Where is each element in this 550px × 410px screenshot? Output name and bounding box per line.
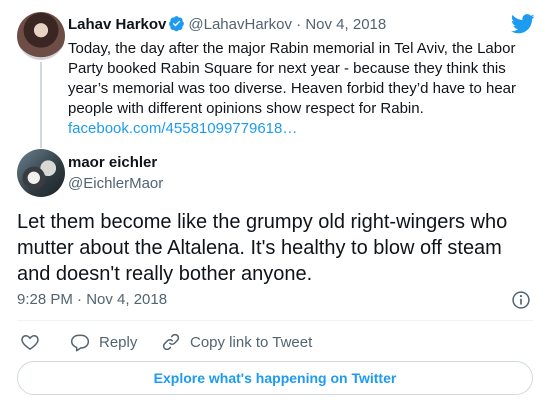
info-icon[interactable] (511, 290, 531, 310)
reply-avatar[interactable] (17, 149, 65, 197)
tweet-timestamp[interactable]: 9:28 PM · Nov 4, 2018 (17, 290, 167, 310)
tweet-date[interactable]: Nov 4, 2018 (305, 16, 386, 33)
tweet-card: Lahav Harkov @LahavHarkov · Nov 4, 2018 T… (0, 0, 550, 410)
tweet-body: Today, the day after the major Rabin mem… (68, 40, 517, 117)
author-name[interactable]: Lahav Harkov (68, 16, 166, 33)
author-handle[interactable]: @LahavHarkov (188, 16, 292, 33)
reply-icon (70, 334, 90, 352)
tweet-link[interactable]: facebook.com/45581099779618… (68, 120, 297, 137)
verified-badge-icon (169, 16, 185, 32)
parent-tweet-header: Lahav Harkov @LahavHarkov · Nov 4, 2018 (68, 15, 508, 35)
copy-link-label: Copy link to Tweet (190, 333, 313, 351)
reply-author-handle[interactable]: @EichlerMaor (68, 174, 163, 194)
avatar[interactable] (17, 12, 65, 60)
reply-button[interactable]: Reply (70, 331, 137, 353)
copy-link-button[interactable]: Copy link to Tweet (161, 331, 312, 353)
twitter-logo-icon[interactable] (511, 14, 535, 34)
reply-author-name[interactable]: maor eichler (68, 153, 157, 173)
separator: · (296, 16, 302, 33)
reply-label: Reply (99, 333, 138, 351)
divider (17, 320, 533, 321)
link-icon (162, 333, 180, 351)
heart-icon (21, 334, 39, 350)
thread-line (40, 62, 42, 148)
explore-button[interactable]: Explore what's happening on Twitter (17, 361, 533, 395)
like-button[interactable] (20, 331, 40, 353)
reply-tweet-text: Let them become like the grumpy old righ… (17, 211, 508, 285)
parent-tweet-text: Today, the day after the major Rabin mem… (68, 39, 538, 139)
